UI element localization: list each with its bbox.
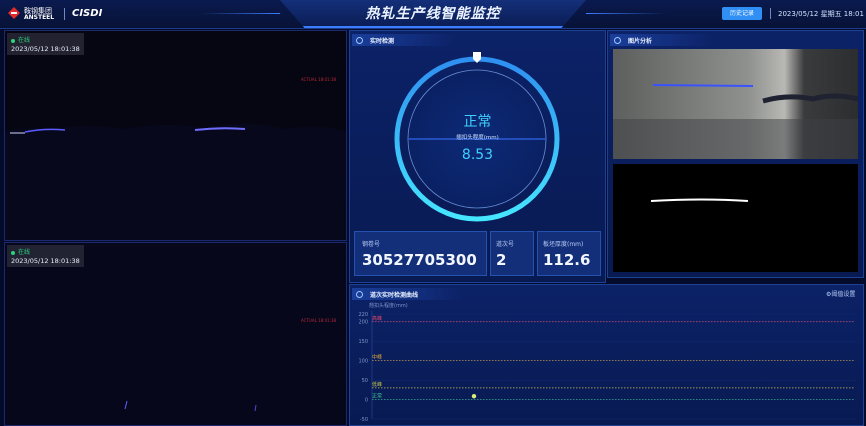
data-point[interactable] — [471, 394, 477, 399]
camera-2-status: 在线 — [18, 249, 31, 256]
curve-y-tick-label: 50 — [362, 378, 368, 384]
threshold-label: 高峰 — [372, 315, 382, 322]
logo-divider — [64, 8, 65, 20]
gauge-label: 翘扣头程度(mm) — [456, 135, 499, 141]
header-datetime: 2023/05/12 星期五 18:01 — [778, 10, 864, 18]
curve-chart: 220 200 150 100 50 0 -50 高峰中峰低峰正常 — [358, 311, 855, 423]
coil-number-label: 钢卷号 — [362, 241, 381, 248]
camera-2-overlay-text: ACTUAL 18:01:38 — [301, 318, 337, 323]
header-deco-right — [586, 13, 666, 14]
gauge-status: 正常 — [463, 114, 492, 130]
camera-1-scene — [5, 123, 346, 240]
curve-y-tick-label: 150 — [358, 339, 368, 345]
image-analysis-title: 图片分析 — [628, 38, 653, 45]
brand-name-en: ANSTEEL — [24, 14, 55, 21]
panel-marker-icon — [614, 37, 621, 44]
curve-y-tick-label: 0 — [365, 397, 368, 403]
slab-thickness-label: 板坯厚度(mm) — [543, 241, 584, 248]
slab-thickness-value: 112.6 — [543, 251, 591, 269]
camera-1-overlay-text: ACTUAL 18:01:38 — [301, 77, 337, 82]
curve-y-tick-label: 220 — [358, 312, 368, 318]
analysis-image-processed[interactable] — [613, 164, 858, 272]
threshold-label: 低峰 — [372, 381, 382, 388]
online-dot-icon — [11, 38, 15, 43]
camera-feed-2[interactable]: 在线 2023/05/12 18:01:38 ACTUAL 18:01:38 — [4, 242, 347, 426]
camera-1-status: 在线 — [18, 37, 31, 44]
curve-y-tick-label: -50 — [360, 417, 368, 423]
threshold-label: 正常 — [372, 393, 382, 400]
panel-marker-icon — [356, 37, 363, 44]
coil-number-value: 30527705300 — [362, 251, 477, 269]
curve-y-tick-label: 200 — [358, 320, 368, 326]
gauge-value: 8.53 — [461, 147, 494, 163]
camera-2-badge: 在线 2023/05/12 18:01:38 — [7, 245, 84, 267]
curve-y-tick-label: 100 — [358, 358, 368, 364]
pass-curve-panel: 道次实时检测曲线 ⚙阈值设置 翘扣头程度(mm) 220 200 150 100 50 0… — [349, 284, 864, 426]
partner-logo: CISDI — [72, 8, 103, 19]
analysis-image-original[interactable] — [613, 49, 858, 159]
coil-number-box: 钢卷号 30527705300 — [354, 231, 487, 276]
camera-2-timestamp: 2023/05/12 18:01:38 — [11, 257, 80, 265]
online-dot-icon — [11, 250, 15, 255]
page-title: 热轧生产线智能监控 — [365, 6, 501, 22]
pass-number-label: 道次号 — [496, 241, 515, 248]
camera-feed-1[interactable]: 在线 2023/05/12 18:01:38 ACTUAL 18:01:38 — [4, 30, 347, 241]
threshold-label: 中峰 — [372, 354, 382, 361]
image-analysis-panel: 图片分析 — [607, 30, 864, 278]
pass-number-value: 2 — [496, 251, 507, 269]
realtime-panel: 实时检测 正常 翘扣头程度(mm) 8.53 钢卷号 30527705300 道… — [349, 30, 606, 283]
slab-thickness-box: 板坯厚度(mm) 112.6 — [537, 231, 601, 276]
realtime-title: 实时检测 — [370, 38, 395, 45]
header-divider — [770, 8, 771, 19]
camera-2-scene — [5, 243, 346, 425]
ansteel-logo-icon — [8, 7, 20, 19]
header-deco-left — [200, 13, 280, 14]
pass-number-box: 道次号 2 — [490, 231, 534, 276]
camera-1-timestamp: 2023/05/12 18:01:38 — [11, 45, 80, 53]
history-button[interactable]: 历史记录 — [722, 7, 762, 20]
camera-1-badge: 在线 2023/05/12 18:01:38 — [7, 33, 84, 55]
